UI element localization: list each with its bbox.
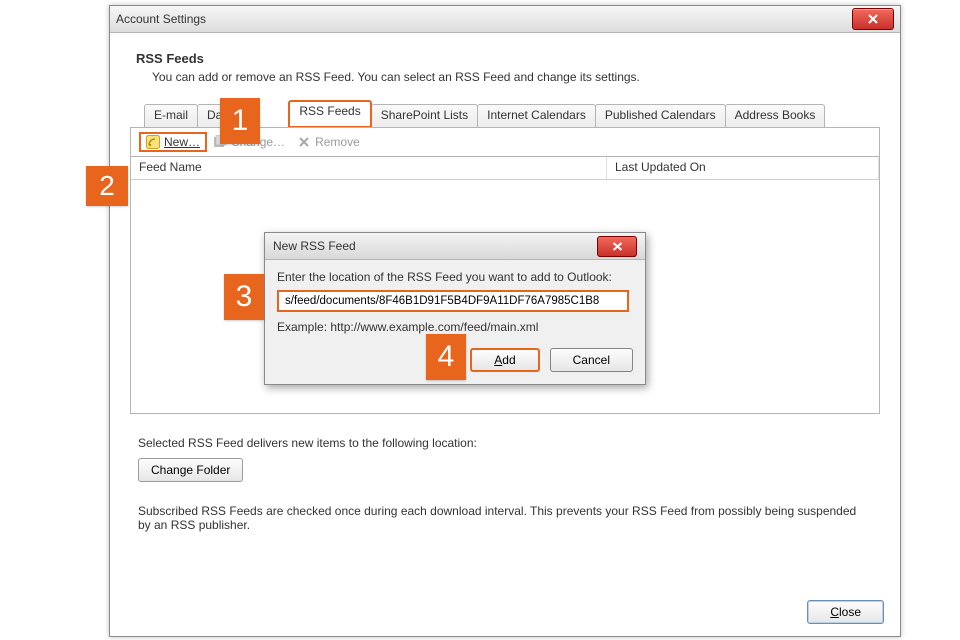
window-title: Account Settings xyxy=(116,12,206,26)
tab-email[interactable]: E-mail xyxy=(144,104,198,127)
dialog-example: Example: http://www.example.com/feed/mai… xyxy=(277,320,633,334)
close-label: Close xyxy=(830,605,861,619)
remove-x-icon xyxy=(297,135,311,149)
dialog-close-button[interactable] xyxy=(597,236,637,257)
window-close-button[interactable] xyxy=(852,8,894,30)
toolbar-new-label: New… xyxy=(164,135,200,149)
titlebar: Account Settings xyxy=(110,6,900,33)
tab-rss-feeds[interactable]: RSS Feeds xyxy=(288,100,371,127)
new-feed-button[interactable]: New… xyxy=(139,132,207,152)
tab-address-books[interactable]: Address Books xyxy=(725,104,826,127)
callout-4: 4 xyxy=(426,334,466,380)
rss-url-input[interactable] xyxy=(277,290,629,312)
change-folder-button[interactable]: Change Folder xyxy=(138,458,243,482)
section-description: You can add or remove an RSS Feed. You c… xyxy=(152,70,880,84)
dialog-title: New RSS Feed xyxy=(273,239,356,253)
tab-internet-calendars[interactable]: Internet Calendars xyxy=(477,104,596,127)
col-last-updated[interactable]: Last Updated On xyxy=(607,157,879,179)
close-icon xyxy=(866,14,880,24)
callout-1: 1 xyxy=(220,98,260,144)
callout-2: 2 xyxy=(86,166,128,206)
column-headers: Feed Name Last Updated On xyxy=(131,157,879,180)
close-icon xyxy=(611,242,624,251)
dialog-prompt: Enter the location of the RSS Feed you w… xyxy=(277,270,633,284)
add-label: Add xyxy=(494,353,515,367)
section-title: RSS Feeds xyxy=(136,51,880,66)
dialog-titlebar: New RSS Feed xyxy=(265,233,645,260)
delivery-location-label: Selected RSS Feed delivers new items to … xyxy=(138,436,872,450)
callout-3: 3 xyxy=(224,274,264,320)
rss-new-icon xyxy=(146,135,160,149)
cancel-button[interactable]: Cancel xyxy=(550,348,633,372)
tab-published-calendars[interactable]: Published Calendars xyxy=(595,104,726,127)
cancel-label: Cancel xyxy=(573,353,610,367)
tab-sharepoint-lists[interactable]: SharePoint Lists xyxy=(371,104,478,127)
interval-note: Subscribed RSS Feeds are checked once du… xyxy=(138,504,872,532)
add-button[interactable]: Add xyxy=(470,348,539,372)
col-feed-name[interactable]: Feed Name xyxy=(131,157,607,179)
toolbar-remove-label: Remove xyxy=(315,135,360,149)
close-button[interactable]: Close xyxy=(807,600,884,624)
remove-feed-button: Remove xyxy=(291,133,366,151)
